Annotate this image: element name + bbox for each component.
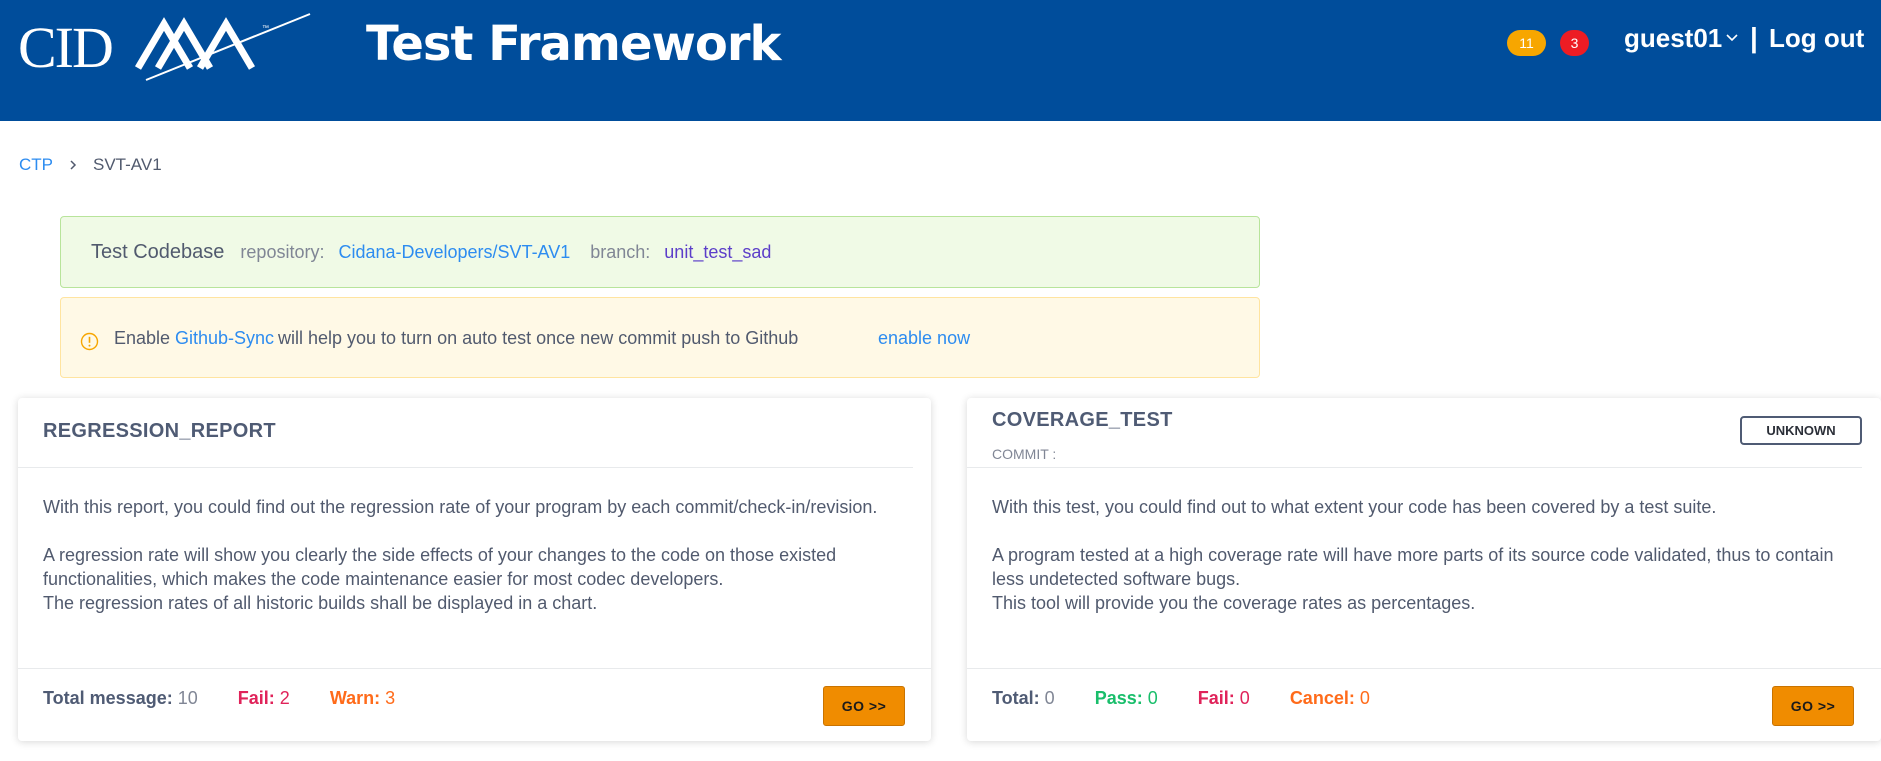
card-stats: Total: 0 Pass: 0 Fail: 0 Cancel: 0	[992, 687, 1410, 709]
description-paragraph: The regression rates of all historic bui…	[43, 593, 598, 613]
stat-pass: Pass: 0	[1094, 688, 1158, 708]
repository-label: repository:	[240, 241, 325, 262]
svg-text:CID: CID	[18, 15, 112, 80]
breadcrumb-current: SVT-AV1	[93, 155, 162, 174]
stat-fail: Fail: 2	[237, 688, 290, 708]
cidana-logo[interactable]: CID ™	[18, 12, 328, 87]
enable-now-link[interactable]: enable now	[878, 327, 970, 349]
warnings-badge[interactable]: 11	[1507, 30, 1546, 56]
description-paragraph: With this report, you could find out the…	[43, 497, 878, 517]
user-menu[interactable]: guest01	[1624, 20, 1722, 56]
sync-message: will help you to turn on auto test once …	[278, 328, 799, 348]
branch-link[interactable]: unit_test_sad	[664, 242, 771, 263]
card-description: With this test, you could find out to wh…	[992, 495, 1852, 615]
app-title: Test Framework	[366, 16, 781, 72]
codebase-title: Test Codebase	[91, 240, 225, 263]
github-sync-link[interactable]: Github-Sync	[175, 327, 274, 349]
info-circle-icon	[80, 332, 99, 351]
description-paragraph: A program tested at a high coverage rate…	[992, 545, 1834, 589]
commit-label: COMMIT :	[992, 446, 1057, 462]
repository-link[interactable]: Cidana-Developers/SVT-AV1	[338, 242, 570, 263]
go-button[interactable]: GO >>	[823, 686, 905, 726]
card-title: REGRESSION_REPORT	[43, 420, 276, 442]
errors-badge[interactable]: 3	[1560, 30, 1589, 56]
breadcrumb: CTP SVT-AV1	[19, 154, 162, 176]
card-description: With this report, you could find out the…	[43, 495, 903, 615]
github-sync-alert: Enable Github-Sync will help you to turn…	[60, 297, 1260, 378]
description-paragraph: This tool will provide you the coverage …	[992, 593, 1476, 613]
stat-total-message: Total message: 10	[43, 688, 198, 708]
stat-warn: Warn: 3	[329, 688, 396, 708]
card-divider	[967, 467, 1862, 468]
top-header: CID ™ Test Framework 11 3 guest01 | Log …	[0, 0, 1881, 121]
breadcrumb-ctp[interactable]: CTP	[19, 154, 53, 176]
go-button[interactable]: GO >>	[1772, 686, 1854, 726]
svg-text:™: ™	[262, 25, 269, 32]
card-stats: Total message: 10 Fail: 2 Warn: 3	[43, 687, 435, 709]
chevron-down-icon[interactable]	[1725, 30, 1739, 44]
description-paragraph: A regression rate will show you clearly …	[43, 545, 837, 589]
codebase-alert: Test Codebase repository: Cidana-Develop…	[60, 216, 1260, 288]
stat-total: Total: 0	[992, 688, 1055, 708]
logout-link[interactable]: Log out	[1769, 20, 1864, 56]
card-divider	[18, 467, 913, 468]
card-title: COVERAGE_TEST	[992, 409, 1173, 431]
branch-label: branch:	[590, 241, 651, 262]
chevron-right-icon	[70, 160, 77, 170]
regression-report-card: REGRESSION_REPORT With this report, you …	[18, 398, 931, 741]
description-paragraph: With this test, you could find out to wh…	[992, 497, 1717, 517]
card-footer-divider	[18, 668, 931, 669]
stat-cancel: Cancel: 0	[1289, 688, 1370, 708]
status-badge: UNKNOWN	[1740, 416, 1862, 445]
header-separator: |	[1750, 22, 1758, 53]
coverage-test-card: COVERAGE_TEST COMMIT : UNKNOWN With this…	[967, 398, 1881, 741]
stat-fail: Fail: 0	[1197, 688, 1250, 708]
card-footer-divider	[967, 668, 1881, 669]
sync-prefix: Enable	[114, 328, 171, 348]
